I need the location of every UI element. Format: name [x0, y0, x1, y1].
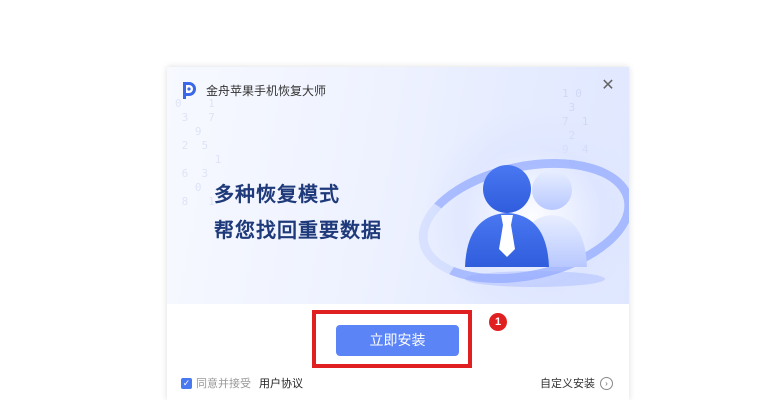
users-illustration — [465, 165, 605, 287]
custom-install-link[interactable]: 自定义安装 › — [540, 375, 613, 391]
step-number-badge: 1 — [489, 313, 507, 331]
title-bar: 金舟苹果手机恢复大师 — [181, 81, 326, 99]
arrow-right-circle-icon: › — [600, 376, 613, 390]
app-title: 金舟苹果手机恢复大师 — [206, 83, 327, 98]
app-logo-icon — [183, 82, 196, 99]
agree-label: 同意并接受 — [196, 378, 251, 390]
agree-checkbox[interactable]: ✓ — [181, 377, 192, 389]
custom-install-label: 自定义安装 — [540, 378, 595, 390]
user-agreement-link[interactable]: 用户协议 — [259, 375, 303, 391]
agreement-row: ✓ 同意并接受 用户协议 — [181, 375, 303, 391]
hero-banner: 0 1 3 7 9 2 5 1 6 3 0 8 1 1 0 3 7 1 2 9 … — [167, 67, 629, 304]
headline-recover-data: 帮您找回重要数据 — [214, 220, 382, 242]
install-now-button[interactable]: 立即安装 — [336, 325, 459, 356]
installer-dialog: 0 1 3 7 9 2 5 1 6 3 0 8 1 1 0 3 7 1 2 9 … — [167, 67, 629, 400]
close-button[interactable]: ✕ — [599, 77, 617, 95]
headline-recovery-modes: 多种恢复模式 — [214, 184, 340, 206]
